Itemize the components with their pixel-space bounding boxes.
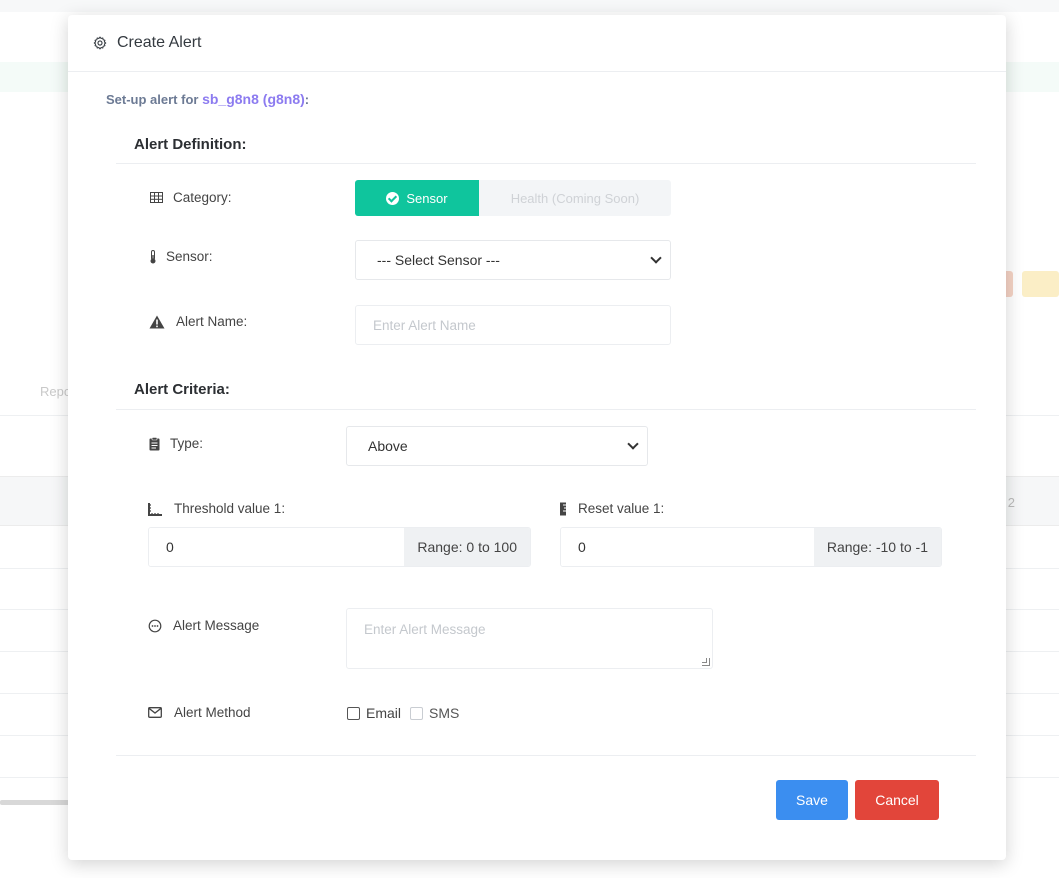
section-divider bbox=[116, 409, 976, 410]
envelope-icon bbox=[148, 706, 162, 720]
modal-header: Create Alert bbox=[68, 15, 1006, 72]
threshold-input-group: 0 Range: 0 to 100 bbox=[148, 527, 531, 567]
category-option-health: Health (Coming Soon) bbox=[479, 180, 671, 216]
gear-icon bbox=[93, 36, 107, 50]
chevron-down-icon bbox=[650, 252, 662, 264]
setup-suffix: : bbox=[304, 92, 310, 107]
alert-definition-heading: Alert Definition: bbox=[134, 136, 247, 153]
alert-name-row-label: Alert Name: bbox=[148, 314, 247, 329]
setup-prefix: Set-up alert for bbox=[106, 92, 199, 107]
category-label: Category: bbox=[173, 190, 232, 205]
checkbox-box bbox=[410, 706, 423, 720]
type-select[interactable]: Above bbox=[346, 426, 648, 466]
threshold-label: Threshold value 1: bbox=[174, 501, 286, 516]
sensor-select[interactable]: --- Select Sensor --- bbox=[355, 240, 671, 280]
reset-input[interactable]: 0 bbox=[561, 528, 814, 566]
type-label: Type: bbox=[170, 436, 204, 451]
modal-title: Create Alert bbox=[117, 34, 202, 51]
alert-criteria-heading: Alert Criteria: bbox=[134, 381, 230, 398]
alert-name-input[interactable]: Enter Alert Name bbox=[355, 305, 671, 345]
background-number: 2 bbox=[1007, 495, 1015, 510]
alert-message-placeholder: Enter Alert Message bbox=[364, 622, 486, 637]
ruler-vertical-icon bbox=[559, 502, 567, 516]
clipboard-icon bbox=[148, 436, 160, 451]
email-checkbox-label: Email bbox=[366, 705, 402, 721]
section-divider bbox=[116, 163, 976, 164]
background-topbar bbox=[0, 0, 1059, 12]
device-name: sb_g8n8 (g8n8) bbox=[202, 91, 305, 107]
threshold-range-addon: Range: 0 to 100 bbox=[404, 528, 530, 566]
sms-checkbox-label: SMS bbox=[429, 705, 460, 721]
setup-caption: Set-up alert for sb_g8n8 (g8n8): bbox=[106, 91, 309, 107]
sensor-select-value: --- Select Sensor --- bbox=[377, 252, 500, 268]
background-scrollbar bbox=[0, 800, 70, 805]
footer-divider bbox=[116, 755, 976, 756]
resize-handle[interactable] bbox=[702, 658, 710, 666]
create-alert-modal: Create Alert Set-up alert for sb_g8n8 (g… bbox=[68, 15, 1006, 860]
thermometer-icon bbox=[149, 249, 157, 264]
type-select-value: Above bbox=[368, 438, 408, 454]
threshold-row-label: Threshold value 1: bbox=[148, 501, 285, 516]
reset-label: Reset value 1: bbox=[578, 501, 665, 516]
check-circle-icon bbox=[386, 191, 400, 205]
method-label: Alert Method bbox=[174, 705, 251, 720]
message-label: Alert Message bbox=[173, 618, 260, 633]
category-row-label: Category: bbox=[149, 190, 232, 205]
category-option-label: Health (Coming Soon) bbox=[510, 190, 640, 206]
save-button[interactable]: Save bbox=[776, 780, 848, 820]
alert-message-textarea[interactable]: Enter Alert Message bbox=[346, 608, 713, 669]
reset-range-addon: Range: -10 to -1 bbox=[813, 528, 941, 566]
category-toggle: Sensor Health (Coming Soon) bbox=[355, 180, 671, 216]
reset-input-group: 0 Range: -10 to -1 bbox=[560, 527, 942, 567]
sensor-label: Sensor: bbox=[166, 249, 213, 264]
threshold-input[interactable]: 0 bbox=[149, 528, 405, 566]
cancel-button[interactable]: Cancel bbox=[855, 780, 939, 820]
warning-icon bbox=[148, 315, 165, 329]
method-row-label: Alert Method bbox=[148, 705, 251, 720]
sensor-row-label: Sensor: bbox=[149, 249, 213, 264]
message-row-label: Alert Message bbox=[148, 618, 259, 633]
category-option-sensor[interactable]: Sensor bbox=[355, 180, 479, 216]
type-row-label: Type: bbox=[148, 436, 203, 451]
ruler-icon bbox=[148, 502, 163, 516]
alert-name-label: Alert Name: bbox=[176, 314, 248, 329]
comment-icon bbox=[148, 619, 162, 633]
reset-row-label: Reset value 1: bbox=[559, 501, 664, 516]
background-text: Repo bbox=[40, 384, 72, 399]
chevron-down-icon bbox=[627, 438, 639, 450]
checkbox-box[interactable] bbox=[347, 706, 360, 720]
email-checkbox[interactable]: Email bbox=[347, 705, 401, 721]
sms-checkbox: SMS bbox=[410, 705, 459, 721]
table-icon bbox=[149, 191, 163, 205]
background-chip bbox=[1022, 271, 1059, 297]
category-option-label: Sensor bbox=[406, 190, 448, 206]
